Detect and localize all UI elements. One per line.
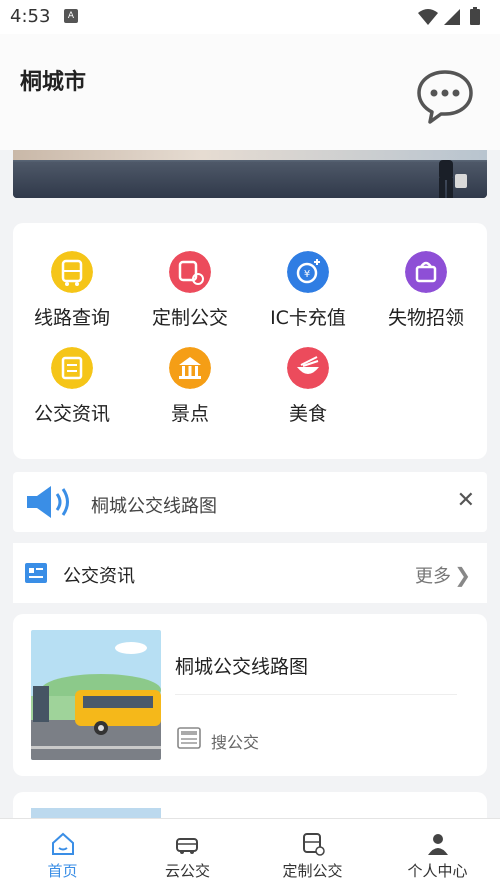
grid-label: 线路查询 [33, 307, 110, 329]
status-time: 4:53 [10, 6, 51, 27]
function-grid: 线路查询 定制公交 ¥ IC卡充值 失物招领 公交资讯 景点 美食 [13, 223, 487, 459]
grid-item-route-query[interactable]: 线路查询 [13, 231, 131, 329]
close-icon[interactable]: ✕ [457, 488, 475, 513]
grid-item-custom-bus[interactable]: 定制公交 [131, 231, 249, 329]
food-icon [287, 347, 329, 389]
news-list-icon [25, 563, 47, 583]
grid-label: 失物招领 [387, 307, 464, 329]
custom-bus-icon [302, 833, 325, 856]
grid-label: 景点 [170, 403, 209, 425]
tab-label: 个人中心 [407, 862, 468, 880]
grid-label: 定制公交 [151, 307, 228, 329]
news-section-header: 公交资讯 更多 ❯ [13, 543, 487, 603]
chat-bubble-icon[interactable] [415, 66, 475, 126]
tab-profile[interactable]: 个人中心 [375, 819, 500, 888]
announcement-text: 桐城公交线路图 [91, 496, 217, 517]
svg-text:¥: ¥ [304, 269, 310, 280]
status-bar: 4:53 A [0, 0, 500, 34]
notification-icon: A [64, 9, 78, 23]
banner-sky [13, 150, 487, 160]
tab-custom-bus[interactable]: 定制公交 [250, 819, 375, 888]
news-item-divider [175, 694, 457, 695]
announcement-bar[interactable]: 桐城公交线路图 ✕ [13, 472, 487, 532]
grid-label: 公交资讯 [33, 403, 110, 425]
grid-item-scenic-spots[interactable]: 景点 [131, 327, 249, 425]
tab-cloud-bus[interactable]: 云公交 [125, 819, 250, 888]
lost-found-icon [405, 251, 447, 293]
landmark-icon [169, 347, 211, 389]
banner-person-figure [439, 160, 467, 198]
speaker-icon [27, 486, 69, 518]
newspaper-icon [177, 727, 201, 749]
tab-label: 定制公交 [282, 862, 343, 880]
home-icon [51, 832, 74, 855]
chevron-right-icon[interactable]: ❯ [454, 563, 471, 587]
status-icons [418, 7, 480, 25]
news-section-title: 公交资讯 [63, 566, 135, 587]
tab-home[interactable]: 首页 [0, 819, 125, 888]
banner-ground [13, 162, 487, 198]
custom-bus-icon [169, 251, 211, 293]
grid-label: 美食 [288, 403, 327, 425]
grid-label: IC卡充值 [270, 307, 346, 329]
bus-icon [51, 251, 93, 293]
more-link[interactable]: 更多 [415, 562, 451, 588]
tab-label: 云公交 [164, 862, 210, 880]
person-icon [427, 834, 448, 855]
card-recharge-icon: ¥ [287, 251, 329, 293]
grid-item-ic-card-recharge[interactable]: ¥ IC卡充值 [249, 231, 367, 329]
news-icon [51, 347, 93, 389]
city-selector[interactable]: 桐城市 [20, 64, 86, 96]
news-item[interactable]: 桐城公交线路图 搜公交 [13, 614, 487, 776]
news-item-title: 桐城公交线路图 [175, 656, 309, 678]
grid-item-food[interactable]: 美食 [249, 327, 367, 425]
news-thumbnail [31, 630, 161, 760]
cloud-bus-icon [175, 838, 198, 854]
grid-item-lost-and-found[interactable]: 失物招领 [367, 231, 485, 329]
tab-label: 首页 [47, 862, 78, 880]
bottom-tab-bar: 首页 云公交 定制公交 个人中心 [0, 818, 500, 888]
banner-image[interactable] [13, 150, 487, 198]
wifi-icon [418, 9, 438, 25]
news-item-source: 搜公交 [211, 733, 260, 752]
battery-icon [470, 9, 480, 25]
signal-icon [444, 9, 460, 25]
grid-item-bus-news[interactable]: 公交资讯 [13, 327, 131, 425]
header: 桐城市 [0, 34, 500, 150]
